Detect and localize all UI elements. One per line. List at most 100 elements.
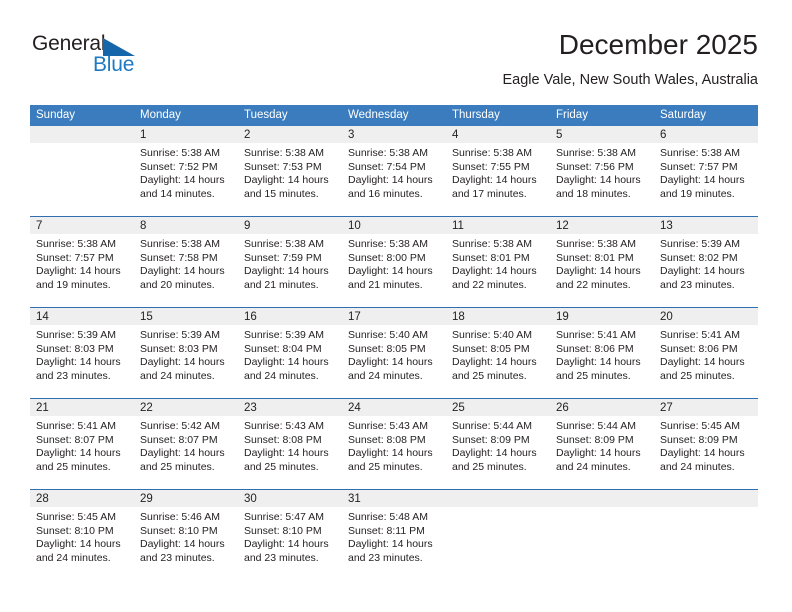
- day-detail-daylight-line2: and 24 minutes.: [244, 369, 319, 382]
- calendar-week-row: 7 Sunrise: 5:38 AM Sunset: 7:57 PM Daylight…: [30, 216, 758, 308]
- calendar-day-cell: 29 Sunrise: 5:46 AM Sunset: 8:10 PM Dayligh…: [134, 490, 238, 568]
- calendar-cell[interactable]: 22 Sunrise: 5:42 AM Sunset: 8:07 PM Dayligh…: [134, 398, 238, 490]
- day-number: [30, 126, 134, 143]
- day-number: 19: [550, 308, 654, 325]
- calendar-cell[interactable]: 5 Sunrise: 5:38 AM Sunset: 7:56 PM Daylight…: [550, 126, 654, 217]
- day-detail-daylight-line1: Daylight: 14 hours: [140, 447, 225, 460]
- day-detail-sunrise: Sunrise: 5:44 AM: [556, 420, 636, 432]
- day-number: [654, 490, 758, 507]
- day-number: [446, 490, 550, 507]
- calendar-cell[interactable]: 10 Sunrise: 5:38 AM Sunset: 8:00 PM Dayligh…: [342, 216, 446, 308]
- calendar-cell[interactable]: 15 Sunrise: 5:39 AM Sunset: 8:03 PM Dayligh…: [134, 307, 238, 399]
- weekday-header-saturday: Saturday: [654, 105, 758, 126]
- calendar-day-cell: 25 Sunrise: 5:44 AM Sunset: 8:09 PM Dayligh…: [446, 399, 550, 489]
- calendar-cell-empty: [550, 490, 654, 568]
- day-details: Sunrise: 5:38 AM Sunset: 7:59 PM Daylight:…: [238, 234, 342, 292]
- calendar-cell[interactable]: 8 Sunrise: 5:38 AM Sunset: 7:58 PM Daylight…: [134, 216, 238, 308]
- day-detail-daylight-line1: Daylight: 14 hours: [348, 538, 433, 551]
- calendar-cell[interactable]: 11 Sunrise: 5:38 AM Sunset: 8:01 PM Dayligh…: [446, 216, 550, 308]
- day-detail-sunset: Sunset: 8:10 PM: [36, 524, 114, 537]
- day-details: Sunrise: 5:38 AM Sunset: 7:53 PM Daylight:…: [238, 143, 342, 201]
- calendar-cell[interactable]: 18 Sunrise: 5:40 AM Sunset: 8:05 PM Dayligh…: [446, 307, 550, 399]
- calendar-cell[interactable]: 2 Sunrise: 5:38 AM Sunset: 7:53 PM Daylight…: [238, 126, 342, 217]
- day-detail-daylight-line1: Daylight: 14 hours: [36, 265, 121, 278]
- calendar-cell[interactable]: 14 Sunrise: 5:39 AM Sunset: 8:03 PM Dayligh…: [30, 307, 134, 399]
- day-number: 12: [550, 217, 654, 234]
- day-details: Sunrise: 5:38 AM Sunset: 8:01 PM Daylight:…: [446, 234, 550, 292]
- title-block: December 2025 Eagle Vale, New South Wale…: [503, 28, 759, 89]
- day-details: Sunrise: 5:45 AM Sunset: 8:10 PM Daylight:…: [30, 507, 134, 565]
- day-detail-daylight-line1: Daylight: 14 hours: [556, 356, 641, 369]
- calendar-cell[interactable]: 20 Sunrise: 5:41 AM Sunset: 8:06 PM Dayligh…: [654, 307, 758, 399]
- day-detail-daylight-line2: and 23 minutes.: [244, 551, 319, 564]
- day-number: 22: [134, 399, 238, 416]
- day-detail-sunset: Sunset: 8:11 PM: [348, 524, 425, 537]
- day-number: 23: [238, 399, 342, 416]
- calendar-cell[interactable]: 1 Sunrise: 5:38 AM Sunset: 7:52 PM Daylight…: [134, 126, 238, 217]
- calendar-cell[interactable]: 23 Sunrise: 5:43 AM Sunset: 8:08 PM Dayligh…: [238, 398, 342, 490]
- calendar-week-row: 28 Sunrise: 5:45 AM Sunset: 8:10 PM Dayligh…: [30, 489, 758, 568]
- day-number: 17: [342, 308, 446, 325]
- day-details: Sunrise: 5:38 AM Sunset: 8:00 PM Daylight:…: [342, 234, 446, 292]
- calendar-cell[interactable]: 21 Sunrise: 5:41 AM Sunset: 8:07 PM Dayligh…: [30, 398, 134, 490]
- day-detail-sunset: Sunset: 8:08 PM: [348, 433, 426, 446]
- day-detail-daylight-line2: and 23 minutes.: [140, 551, 215, 564]
- calendar-cell[interactable]: 12 Sunrise: 5:38 AM Sunset: 8:01 PM Dayligh…: [550, 216, 654, 308]
- calendar-cell[interactable]: 16 Sunrise: 5:39 AM Sunset: 8:04 PM Dayligh…: [238, 307, 342, 399]
- calendar-day-cell: 16 Sunrise: 5:39 AM Sunset: 8:04 PM Dayligh…: [238, 308, 342, 398]
- day-details: Sunrise: 5:41 AM Sunset: 8:06 PM Daylight:…: [550, 325, 654, 383]
- weekday-header-monday: Monday: [134, 105, 238, 126]
- calendar-cell: [654, 489, 758, 568]
- day-detail-sunset: Sunset: 8:08 PM: [244, 433, 322, 446]
- day-number: 24: [342, 399, 446, 416]
- calendar-cell[interactable]: 27 Sunrise: 5:45 AM Sunset: 8:09 PM Dayligh…: [654, 398, 758, 490]
- day-detail-daylight-line1: Daylight: 14 hours: [452, 265, 537, 278]
- day-number: 28: [30, 490, 134, 507]
- day-detail-daylight-line2: and 25 minutes.: [452, 460, 527, 473]
- calendar-cell[interactable]: 9 Sunrise: 5:38 AM Sunset: 7:59 PM Daylight…: [238, 216, 342, 308]
- calendar-day-cell: 7 Sunrise: 5:38 AM Sunset: 7:57 PM Daylight…: [30, 217, 134, 307]
- day-detail-daylight-line1: Daylight: 14 hours: [244, 356, 329, 369]
- calendar-cell[interactable]: 6 Sunrise: 5:38 AM Sunset: 7:57 PM Daylight…: [654, 126, 758, 217]
- day-detail-daylight-line1: Daylight: 14 hours: [244, 538, 329, 551]
- day-detail-sunset: Sunset: 8:09 PM: [556, 433, 634, 446]
- day-number: 4: [446, 126, 550, 143]
- day-detail-sunrise: Sunrise: 5:39 AM: [140, 329, 220, 341]
- calendar-cell[interactable]: 25 Sunrise: 5:44 AM Sunset: 8:09 PM Dayligh…: [446, 398, 550, 490]
- calendar-cell[interactable]: 24 Sunrise: 5:43 AM Sunset: 8:08 PM Dayligh…: [342, 398, 446, 490]
- calendar-cell[interactable]: 4 Sunrise: 5:38 AM Sunset: 7:55 PM Daylight…: [446, 126, 550, 217]
- general-blue-logo[interactable]: General Blue: [32, 32, 162, 84]
- day-detail-sunset: Sunset: 8:06 PM: [660, 342, 738, 355]
- weekday-header-sunday: Sunday: [30, 105, 134, 126]
- day-detail-sunset: Sunset: 8:10 PM: [244, 524, 322, 537]
- day-number: 11: [446, 217, 550, 234]
- calendar-cell-empty: [446, 490, 550, 568]
- calendar-cell[interactable]: 7 Sunrise: 5:38 AM Sunset: 7:57 PM Daylight…: [30, 216, 134, 308]
- calendar-cell[interactable]: 29 Sunrise: 5:46 AM Sunset: 8:10 PM Dayligh…: [134, 489, 238, 568]
- day-detail-daylight-line2: and 25 minutes.: [140, 460, 215, 473]
- day-detail-daylight-line1: Daylight: 14 hours: [556, 265, 641, 278]
- day-number: 29: [134, 490, 238, 507]
- calendar-cell[interactable]: 17 Sunrise: 5:40 AM Sunset: 8:05 PM Dayligh…: [342, 307, 446, 399]
- calendar-cell[interactable]: 28 Sunrise: 5:45 AM Sunset: 8:10 PM Dayligh…: [30, 489, 134, 568]
- day-detail-sunrise: Sunrise: 5:38 AM: [244, 147, 324, 159]
- day-detail-sunset: Sunset: 7:57 PM: [36, 251, 114, 264]
- calendar-week-row: 14 Sunrise: 5:39 AM Sunset: 8:03 PM Dayligh…: [30, 307, 758, 399]
- day-number: 21: [30, 399, 134, 416]
- calendar-cell[interactable]: 3 Sunrise: 5:38 AM Sunset: 7:54 PM Daylight…: [342, 126, 446, 217]
- day-detail-sunset: Sunset: 8:06 PM: [556, 342, 634, 355]
- calendar-cell[interactable]: 13 Sunrise: 5:39 AM Sunset: 8:02 PM Dayligh…: [654, 216, 758, 308]
- day-detail-sunrise: Sunrise: 5:38 AM: [140, 147, 220, 159]
- day-detail-sunset: Sunset: 7:58 PM: [140, 251, 218, 264]
- calendar-cell[interactable]: 26 Sunrise: 5:44 AM Sunset: 8:09 PM Dayligh…: [550, 398, 654, 490]
- day-detail-daylight-line1: Daylight: 14 hours: [660, 265, 745, 278]
- calendar-cell[interactable]: 19 Sunrise: 5:41 AM Sunset: 8:06 PM Dayligh…: [550, 307, 654, 399]
- calendar-day-cell: 11 Sunrise: 5:38 AM Sunset: 8:01 PM Dayligh…: [446, 217, 550, 307]
- day-detail-daylight-line2: and 16 minutes.: [348, 187, 423, 200]
- calendar-cell[interactable]: 31 Sunrise: 5:48 AM Sunset: 8:11 PM Dayligh…: [342, 489, 446, 568]
- calendar-cell[interactable]: 30 Sunrise: 5:47 AM Sunset: 8:10 PM Dayligh…: [238, 489, 342, 568]
- day-detail-sunrise: Sunrise: 5:43 AM: [348, 420, 428, 432]
- calendar-day-cell: 9 Sunrise: 5:38 AM Sunset: 7:59 PM Daylight…: [238, 217, 342, 307]
- day-detail-sunrise: Sunrise: 5:41 AM: [556, 329, 636, 341]
- day-detail-daylight-line1: Daylight: 14 hours: [452, 447, 537, 460]
